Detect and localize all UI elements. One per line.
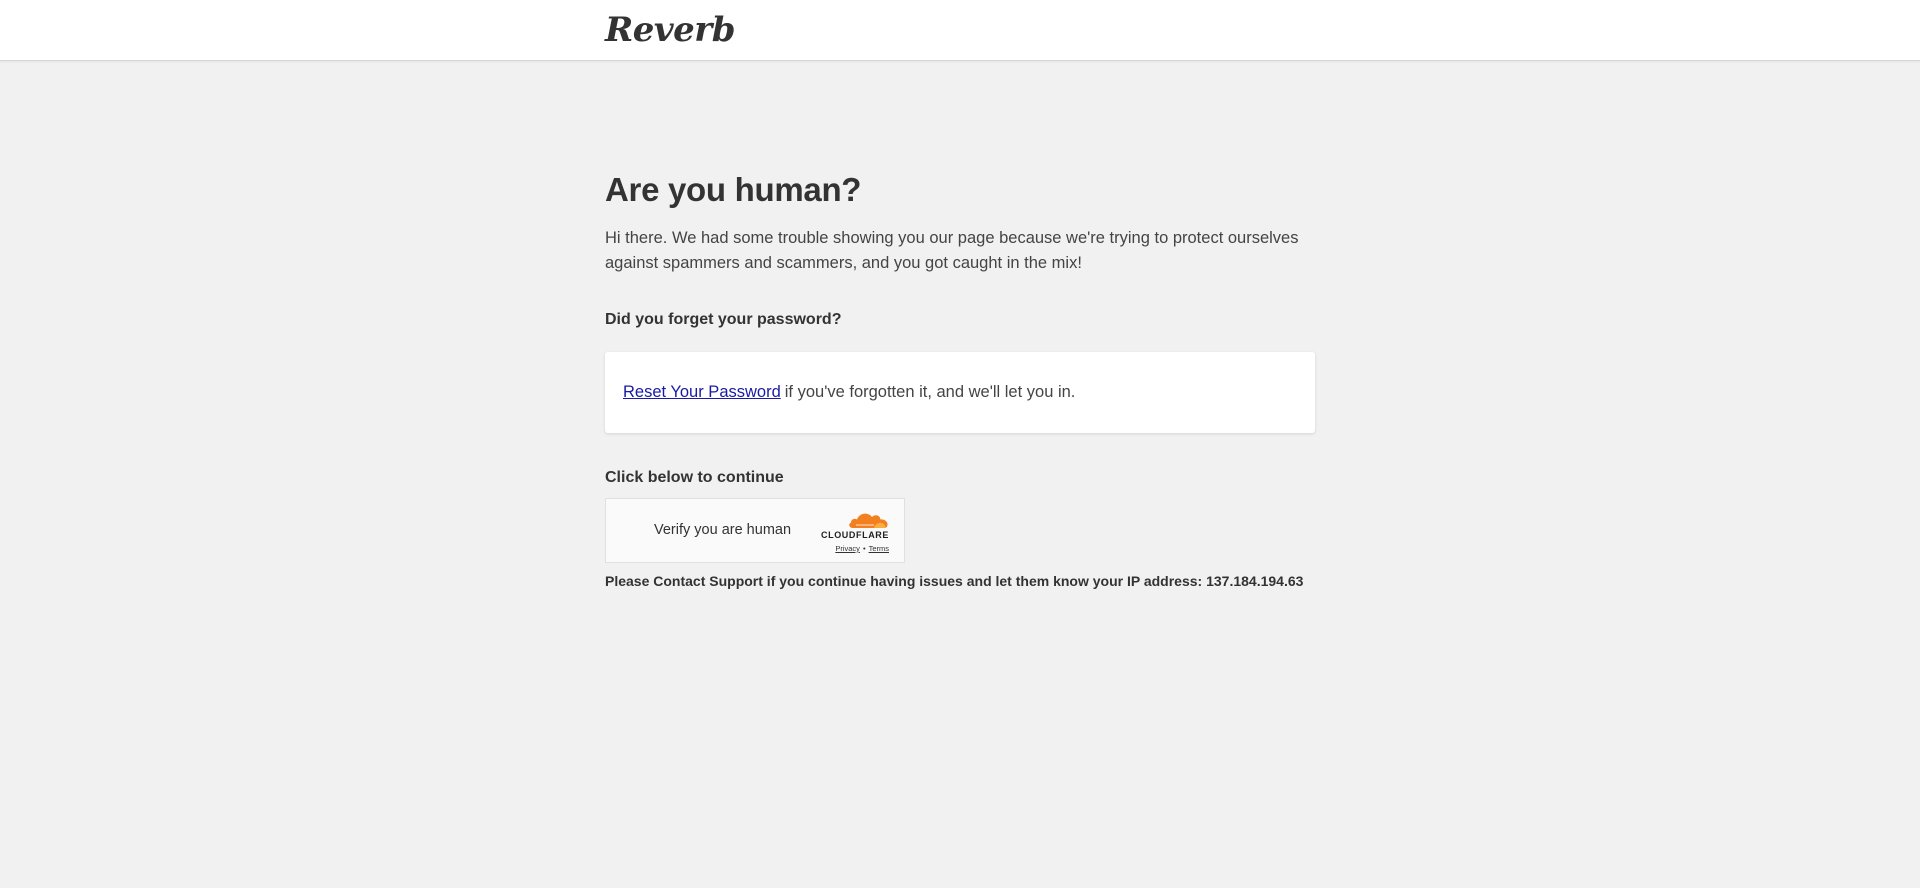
support-message: Please Contact Support if you continue h…	[605, 573, 1304, 589]
terms-link[interactable]: Terms	[869, 544, 889, 553]
cloudflare-cloud-icon	[849, 513, 888, 528]
cloudflare-wordmark: CLOUDFLARE	[821, 530, 889, 540]
reset-password-text: if you've forgotten it, and we'll let yo…	[784, 383, 1076, 401]
continue-heading: Click below to continue	[605, 469, 784, 486]
reverb-logo[interactable]: Reverb	[605, 8, 735, 52]
link-separator: •	[862, 544, 866, 553]
top-header: Reverb	[0, 0, 1920, 61]
verify-human-label[interactable]: Verify you are human	[654, 499, 791, 562]
intro-text: Hi there. We had some trouble showing yo…	[605, 229, 1299, 272]
reset-password-card: Reset Your Password if you've forgotten …	[605, 352, 1315, 433]
main-content: Are you human? Hi there. We had some tro…	[605, 168, 1315, 591]
page-title: Are you human?	[605, 171, 862, 208]
forgot-password-heading: Did you forget your password?	[605, 311, 842, 328]
reset-password-link[interactable]: Reset Your Password	[623, 383, 781, 402]
cloudflare-verify-widget[interactable]: Verify you are human CLOUDFLARE Privacy •…	[605, 498, 905, 563]
privacy-link[interactable]: Privacy	[835, 544, 860, 553]
cloudflare-links: Privacy • Terms	[811, 544, 889, 553]
cloudflare-branding: CLOUDFLARE Privacy • Terms	[811, 509, 889, 553]
